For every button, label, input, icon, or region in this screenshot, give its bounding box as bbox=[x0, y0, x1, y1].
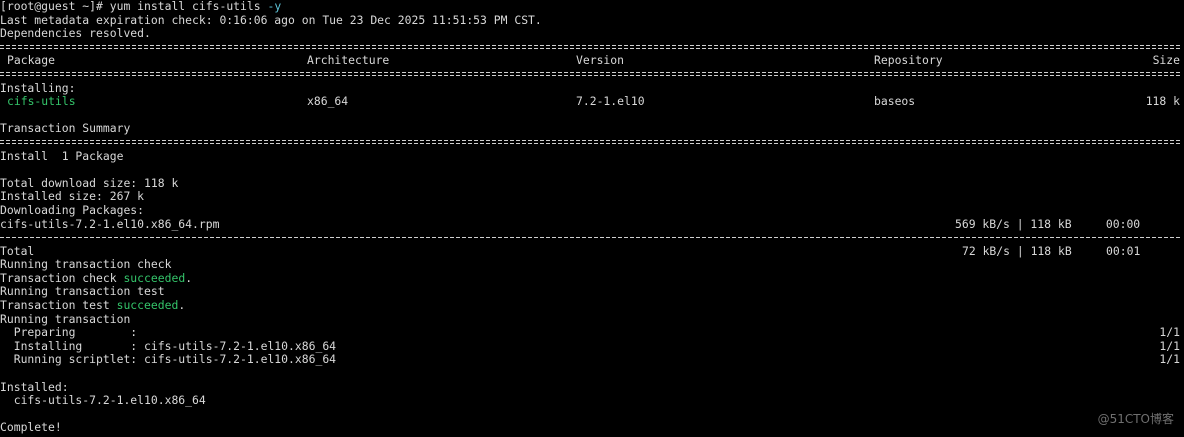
header-size: Size bbox=[1152, 53, 1180, 68]
step-row: Preparing : 1/1 bbox=[0, 326, 1184, 340]
section-installing: Installing: bbox=[0, 80, 76, 95]
row-package: cifs-utils bbox=[7, 94, 76, 109]
download-file-stats: 569 kB/s | 118 kB 00:00 bbox=[955, 216, 1141, 231]
check-status: succeeded bbox=[123, 270, 186, 285]
summary-title: Transaction Summary bbox=[0, 121, 131, 136]
downloading-line: Downloading Packages: bbox=[0, 202, 145, 217]
running-test-line: Running transaction test bbox=[0, 284, 165, 299]
check-prefix: Transaction check bbox=[0, 270, 124, 285]
running-transaction-line: Running transaction bbox=[0, 311, 131, 326]
download-rule bbox=[0, 231, 1184, 245]
table-header-row: Package Architecture Version Repository … bbox=[0, 54, 1184, 68]
test-suffix: . bbox=[178, 298, 186, 313]
prompt-line: [root@guest ~]# yum install cifs-utils -… bbox=[0, 0, 1184, 14]
download-total-row: Total 72 kB/s | 118 kB 00:01 bbox=[0, 243, 1184, 259]
installed-size-line: Installed size: 267 k bbox=[0, 189, 145, 204]
row-size: 118 k bbox=[1145, 94, 1180, 109]
step-label: Preparing : bbox=[0, 325, 138, 340]
test-prefix: Transaction test bbox=[0, 298, 117, 313]
test-result-line: Transaction test succeeded. bbox=[0, 298, 1184, 313]
row-architecture: x86_64 bbox=[307, 94, 349, 109]
metadata-line: Last metadata expiration check: 0:16:06 … bbox=[0, 12, 542, 27]
shell-prompt: [root@guest ~]# bbox=[0, 0, 103, 13]
download-total-stats: 72 kB/s | 118 kB 00:01 bbox=[962, 243, 1141, 258]
download-size-line: Total download size: 118 k bbox=[0, 175, 179, 190]
table-rule-header bbox=[0, 68, 1184, 82]
step-row: Running scriptlet: cifs-utils-7.2-1.el10… bbox=[0, 353, 1184, 367]
download-total-label: Total bbox=[0, 243, 35, 258]
row-version: 7.2-1.el10 bbox=[576, 94, 645, 109]
command-flag: -y bbox=[267, 0, 282, 13]
command-text: yum install cifs-utils bbox=[102, 0, 268, 13]
check-suffix: . bbox=[185, 270, 193, 285]
check-result-line: Transaction check succeeded. bbox=[0, 270, 1184, 286]
step-count: 1/1 bbox=[1159, 338, 1180, 353]
step-count: 1/1 bbox=[1159, 325, 1180, 340]
step-count: 1/1 bbox=[1159, 352, 1180, 367]
test-status: succeeded bbox=[116, 298, 179, 313]
download-file-row: cifs-utils-7.2-1.el10.x86_64.rpm 569 kB/… bbox=[0, 216, 1184, 232]
download-file-name: cifs-utils-7.2-1.el10.x86_64.rpm bbox=[0, 216, 220, 231]
summary-rule bbox=[0, 136, 1184, 150]
header-version: Version bbox=[576, 53, 625, 68]
table-rule-top bbox=[0, 41, 1184, 55]
step-label: Installing : cifs-utils-7.2-1.el10.x86_6… bbox=[0, 338, 337, 353]
installed-label: Installed: bbox=[0, 379, 69, 394]
row-repository: baseos bbox=[874, 94, 916, 109]
header-architecture: Architecture bbox=[307, 53, 390, 68]
summary-install-line: Install 1 Package bbox=[0, 148, 124, 163]
deps-line: Dependencies resolved. bbox=[0, 26, 151, 41]
terminal-window[interactable]: [root@guest ~]# yum install cifs-utils -… bbox=[0, 0, 1184, 437]
step-row: Installing : cifs-utils-7.2-1.el10.x86_6… bbox=[0, 338, 1184, 354]
installed-package: cifs-utils-7.2-1.el10.x86_64 bbox=[0, 393, 206, 408]
header-repository: Repository bbox=[874, 53, 943, 68]
step-label: Running scriptlet: cifs-utils-7.2-1.el10… bbox=[0, 352, 337, 367]
table-row: cifs-utils x86_64 7.2-1.el10 baseos 118 … bbox=[0, 95, 1184, 109]
watermark-text: @51CTO博客 bbox=[1097, 412, 1174, 427]
running-check-line: Running transaction check bbox=[0, 257, 172, 272]
complete-line: Complete! bbox=[0, 420, 62, 435]
header-package: Package bbox=[7, 53, 56, 68]
